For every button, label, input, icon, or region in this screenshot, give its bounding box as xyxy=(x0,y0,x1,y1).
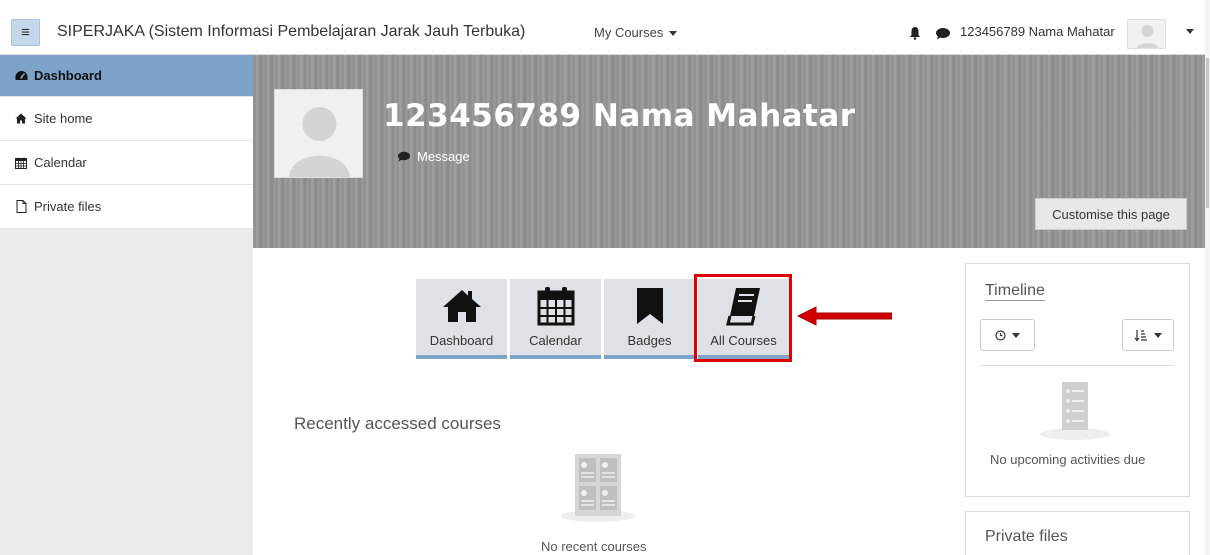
sidebar-item-label: Private files xyxy=(34,199,102,214)
chevron-down-icon xyxy=(1154,332,1162,338)
no-activities-text: No upcoming activities due xyxy=(990,452,1146,467)
highlight-box xyxy=(694,274,792,362)
sidebar-item-label: Dashboard xyxy=(34,68,102,83)
bell-icon[interactable] xyxy=(908,26,922,40)
my-courses-label: My Courses xyxy=(594,25,664,40)
divider xyxy=(980,365,1174,366)
chat-icon[interactable] xyxy=(935,27,951,40)
customise-page-button[interactable]: Customise this page xyxy=(1035,198,1187,230)
tile-label: Badges xyxy=(627,333,672,348)
calendar-icon xyxy=(537,285,575,327)
site-brand[interactable]: SIPERJAKA (Sistem Informasi Pembelajaran… xyxy=(57,23,525,41)
sidebar-item-site-home[interactable]: Site home xyxy=(0,97,253,141)
tile-calendar[interactable]: Calendar xyxy=(510,279,601,359)
tile-label: Dashboard xyxy=(429,333,494,348)
message-button[interactable]: Message xyxy=(397,149,470,164)
timeline-sort-dropdown[interactable] xyxy=(1122,319,1174,351)
hamburger-icon[interactable]: ≡ xyxy=(11,19,40,46)
dashboard-icon xyxy=(14,69,28,83)
tile-dashboard[interactable]: Dashboard xyxy=(416,279,507,359)
arrow-left-icon xyxy=(796,306,892,326)
no-recent-courses-text: No recent courses xyxy=(541,539,647,554)
activities-empty-icon xyxy=(1040,382,1110,440)
bookmark-icon xyxy=(635,285,665,327)
timeline-title: Timeline xyxy=(985,282,1045,301)
home-icon xyxy=(14,112,28,126)
tile-badges[interactable]: Badges xyxy=(604,279,695,359)
sort-icon xyxy=(1134,329,1147,341)
chevron-down-icon xyxy=(1012,332,1020,338)
chevron-down-icon xyxy=(669,31,678,37)
clock-icon xyxy=(995,329,1006,341)
sidebar-item-label: Calendar xyxy=(34,155,87,170)
private-files-title: Private files xyxy=(985,528,1068,545)
tile-label: Calendar xyxy=(529,333,582,348)
message-label: Message xyxy=(417,149,470,164)
sidebar-item-label: Site home xyxy=(34,111,93,126)
avatar[interactable] xyxy=(1127,19,1166,49)
file-icon xyxy=(14,200,28,214)
courses-empty-icon xyxy=(561,454,635,522)
timeline-filter-dropdown[interactable] xyxy=(980,319,1035,351)
user-name[interactable]: 123456789 Nama Mahatar xyxy=(960,24,1115,39)
sidebar-item-private-files[interactable]: Private files xyxy=(0,185,253,229)
home-icon xyxy=(442,285,482,327)
recent-courses-title: Recently accessed courses xyxy=(294,414,501,433)
page-title: 123456789 Nama Mahatar xyxy=(383,98,856,134)
scrollbar-thumb[interactable] xyxy=(1206,58,1209,208)
calendar-icon xyxy=(14,156,28,170)
top-navbar: ≡ SIPERJAKA (Sistem Informasi Pembelajar… xyxy=(0,0,1210,55)
sidebar: Dashboard Site home Calendar Private fil… xyxy=(0,55,253,555)
avatar xyxy=(274,89,363,178)
chevron-down-icon[interactable] xyxy=(1186,29,1194,34)
chat-icon xyxy=(398,151,410,162)
sidebar-item-calendar[interactable]: Calendar xyxy=(0,141,253,185)
my-courses-dropdown[interactable]: My Courses xyxy=(594,25,678,40)
sidebar-item-dashboard[interactable]: Dashboard xyxy=(0,55,253,97)
